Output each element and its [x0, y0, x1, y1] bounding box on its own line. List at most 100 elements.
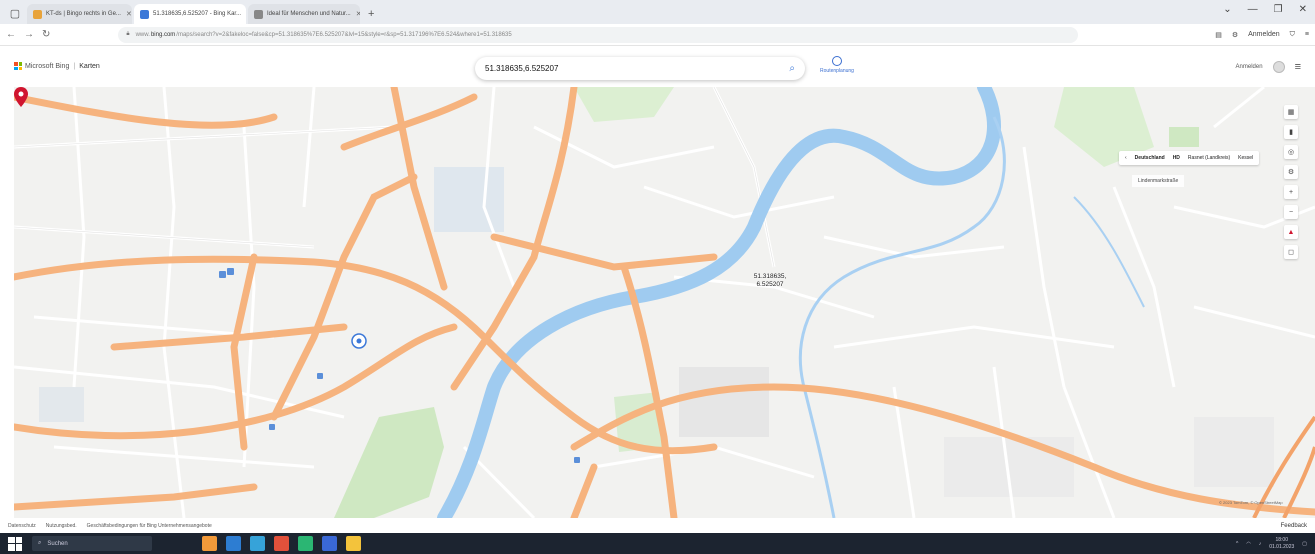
map-layer-bar: ‹ Deutschland HD Rasnet (Landkreis) Kess…: [1119, 151, 1260, 165]
maps-footer: Datenschutz Nutzungsbed. Geschäftsbeding…: [0, 518, 1315, 533]
close-tab-icon[interactable]: ✕: [351, 10, 360, 18]
signin-link[interactable]: Anmelden: [1236, 64, 1263, 70]
map-controls: ▦ ▮ ◎ ⚙ + − ▲ ◻: [1284, 105, 1298, 259]
avatar[interactable]: [1272, 61, 1285, 73]
forward-icon[interactable]: →: [24, 29, 34, 40]
search-input[interactable]: 51.318635,6.525207 ⌕: [475, 57, 805, 80]
zoom-in-button[interactable]: +: [1284, 185, 1298, 199]
building-block: [39, 387, 84, 422]
windows-start-icon[interactable]: [8, 536, 22, 551]
clock-date: 01.01.2023: [1269, 543, 1295, 550]
tab-favicon-icon: [140, 9, 149, 19]
window-controls: ⌄ — ❐ ✕: [1223, 4, 1307, 15]
compass-icon[interactable]: ▲: [1284, 225, 1298, 239]
browser-tab-3[interactable]: Ideal für Menschen und Natur... ✕: [248, 4, 360, 24]
close-tab-icon[interactable]: ✕: [121, 10, 132, 18]
search-icon[interactable]: ⌕: [789, 63, 795, 74]
route-label: Routenplanung: [820, 68, 854, 74]
browser-tab-1[interactable]: KT-ds | Bingo rechts in Ge... ✕: [27, 4, 132, 24]
menu-icon[interactable]: ≡: [1305, 31, 1309, 38]
footer-link-business[interactable]: Geschäftsbedingungen für Bing Unternehme…: [87, 523, 212, 529]
poi-marker: [219, 271, 226, 278]
address-bar: ← → ↻ 🔒︎ www. bing.com/maps/search?v=2&fa…: [0, 24, 1315, 46]
taskbar-app-icon[interactable]: [274, 536, 289, 551]
taskbar-app-icon[interactable]: [250, 536, 265, 551]
close-tab-icon[interactable]: ✕: [241, 10, 246, 18]
os-taskbar: ⌕ Suchen ^ ◠ ♪ 18:00 01.01.2023 ▢: [0, 533, 1315, 554]
footer-link-privacy[interactable]: Datenschutz: [8, 523, 36, 529]
reader-icon[interactable]: ▤: [1215, 31, 1222, 39]
tab-label: Ideal für Menschen und Natur...: [267, 11, 351, 17]
taskbar-app-icon[interactable]: [298, 536, 313, 551]
transit-stop: [356, 338, 362, 344]
footer-link-terms[interactable]: Nutzungsbed.: [46, 523, 77, 529]
feedback-link[interactable]: Feedback: [1281, 523, 1307, 529]
poi-marker: [227, 268, 234, 275]
layer-rasnet[interactable]: Rasnet (Landkreis): [1188, 155, 1230, 161]
river: [437, 87, 1001, 518]
park-area: [334, 407, 444, 518]
river-tributary: [1073, 196, 1145, 308]
taskbar-app-icon[interactable]: [346, 536, 361, 551]
url-field[interactable]: 🔒︎ www. bing.com/maps/search?v=2&fakeloc=…: [118, 26, 1079, 43]
close-window-icon[interactable]: ✕: [1299, 4, 1307, 15]
tab-label: KT-ds | Bingo rechts in Ge...: [46, 11, 121, 17]
extensions-icon[interactable]: ⚙: [1232, 31, 1238, 39]
browser-tab-strip: ▢ KT-ds | Bingo rechts in Ge... ✕ 51.318…: [0, 0, 1315, 24]
route-planner-button[interactable]: Routenplanung: [815, 56, 859, 82]
section-title: Karten: [79, 62, 100, 70]
clock[interactable]: 18:00 01.01.2023: [1269, 537, 1294, 551]
minor-street-casing: [14, 87, 775, 268]
taskbar-app-icon[interactable]: [226, 536, 241, 551]
building-block: [679, 367, 769, 437]
location-icon[interactable]: ◎: [1284, 145, 1298, 159]
profile-button[interactable]: Anmelden: [1248, 31, 1280, 38]
taskbar-app-icon[interactable]: [322, 536, 337, 551]
minimize-icon[interactable]: —: [1248, 4, 1258, 15]
chevron-down-icon[interactable]: ⌄: [1223, 4, 1231, 15]
building-block: [1194, 417, 1274, 487]
layer-deutschland[interactable]: Deutschland: [1135, 155, 1165, 161]
poi-marker: [574, 457, 580, 463]
shield-icon[interactable]: ⛉: [1290, 31, 1295, 39]
tab-favicon-icon: [254, 9, 263, 19]
map-attribution: © 2023 TomTom, © OpenStreetMap: [1219, 500, 1283, 505]
taskbar-search-placeholder: Suchen: [47, 540, 68, 547]
location-pin-icon[interactable]: [14, 87, 28, 107]
poi-marker: [317, 373, 323, 379]
tab-label: 51.318635,6.525207 - Bing Kar...: [153, 11, 242, 17]
traffic-icon[interactable]: ▮: [1284, 125, 1298, 139]
browser-tab-2[interactable]: 51.318635,6.525207 - Bing Kar... ✕: [134, 4, 246, 24]
hamburger-menu-icon[interactable]: ≡: [1295, 61, 1301, 73]
pin-label: 51.318635, 6.525207: [736, 273, 804, 289]
pin-label-line1: 51.318635,: [753, 273, 787, 280]
taskbar-search[interactable]: ⌕ Suchen: [32, 536, 152, 551]
volume-icon[interactable]: ♪: [1259, 541, 1262, 547]
streetside-icon[interactable]: ◻: [1284, 245, 1298, 259]
layers-icon[interactable]: ▦: [1284, 105, 1298, 119]
notification-icon[interactable]: ▢: [1302, 541, 1307, 547]
lock-icon: 🔒︎: [126, 31, 130, 37]
reload-icon[interactable]: ↻: [42, 29, 50, 40]
layer-hd[interactable]: HD: [1173, 155, 1180, 161]
new-tab-icon[interactable]: +: [368, 8, 374, 20]
maximize-icon[interactable]: ❐: [1274, 4, 1283, 15]
workspace-icon[interactable]: ▢: [6, 4, 24, 22]
pin-label-line2: 6.525207: [756, 281, 784, 288]
layer-kessel[interactable]: Kessel: [1238, 155, 1253, 161]
zoom-out-button[interactable]: −: [1284, 205, 1298, 219]
url-prefix: www.: [135, 31, 150, 38]
search-icon: ⌕: [38, 540, 42, 546]
settings-icon[interactable]: ⚙: [1284, 165, 1298, 179]
back-icon[interactable]: ←: [6, 29, 16, 40]
chevron-up-icon[interactable]: ^: [1236, 541, 1238, 547]
map-canvas[interactable]: 51.318635, 6.525207 ‹ Deutschland HD Ras…: [14, 87, 1315, 518]
network-icon[interactable]: ◠: [1246, 541, 1250, 547]
system-tray: ^ ◠ ♪ 18:00 01.01.2023 ▢: [1236, 537, 1307, 551]
taskbar-app-icon[interactable]: [202, 536, 217, 551]
url-host: bing.com: [150, 31, 176, 38]
brand[interactable]: Microsoft Bing | Karten: [14, 62, 100, 70]
brand-separator: |: [73, 62, 76, 70]
chevron-left-icon[interactable]: ‹: [1125, 155, 1127, 161]
tab-favicon-icon: [33, 9, 42, 19]
